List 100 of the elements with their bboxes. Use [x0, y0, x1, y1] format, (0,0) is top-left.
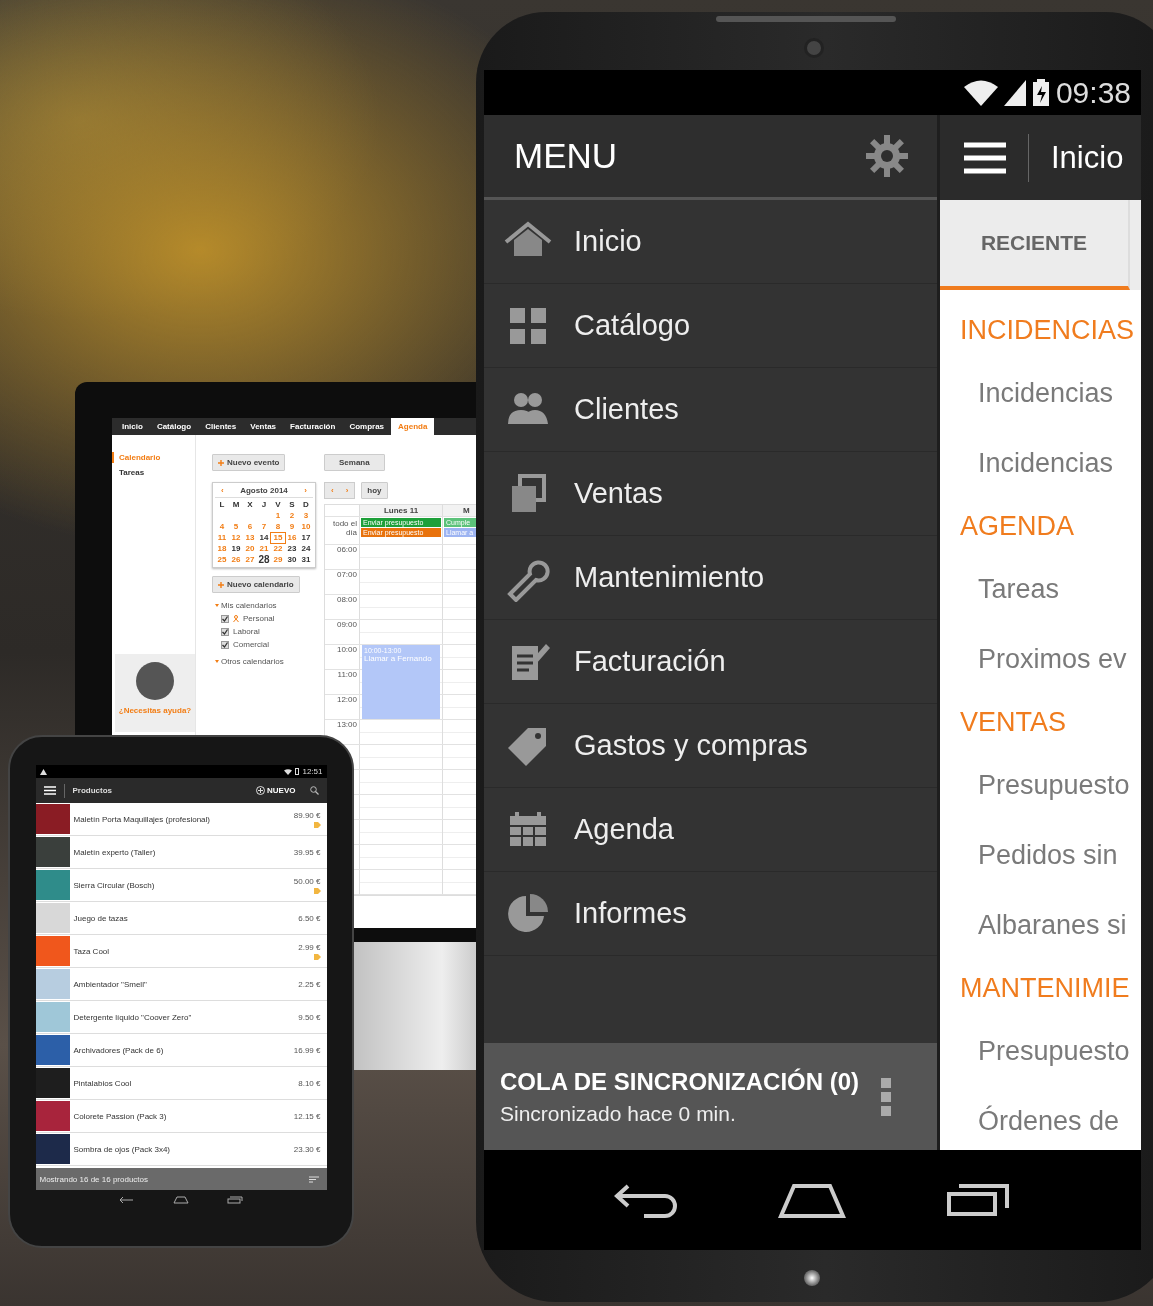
nav-tab[interactable]: Compras [342, 418, 392, 435]
checkbox[interactable] [221, 614, 229, 623]
calendar-day[interactable]: 3 [299, 511, 313, 521]
calendar-day[interactable]: 14 [257, 533, 271, 543]
calendar-day[interactable]: 12 [229, 533, 243, 543]
menu-item[interactable]: Inicio [484, 200, 937, 284]
menu-item[interactable]: Ventas [484, 452, 937, 536]
product-row[interactable]: Pintalabios Cool 8.10 € [35, 1067, 327, 1100]
nav-tab[interactable]: Ventas [243, 418, 284, 435]
list-item[interactable]: Presupuesto [960, 1016, 1141, 1086]
search-icon[interactable] [309, 786, 319, 795]
calendar-day[interactable]: 29 [271, 555, 285, 565]
list-item[interactable]: Proximos ev [960, 624, 1141, 694]
list-item[interactable]: Presupuesto [960, 750, 1141, 820]
calendar-day[interactable]: 26 [229, 555, 243, 565]
sort-icon[interactable] [308, 1175, 319, 1183]
product-row[interactable]: Juego de tazas 6.50 € [35, 902, 327, 935]
menu-item[interactable]: Clientes [484, 368, 937, 452]
sidebar-item[interactable]: Tareas [112, 467, 195, 478]
calendar-day[interactable]: 15 [271, 533, 285, 543]
wifi-icon [284, 768, 293, 775]
calendar-day[interactable]: 6 [243, 522, 257, 532]
list-item[interactable]: Órdenes de [960, 1086, 1141, 1150]
menu-item[interactable]: Facturación [484, 620, 937, 704]
calendar-day[interactable]: 16 [285, 533, 299, 543]
list-item[interactable]: Tareas [960, 554, 1141, 624]
menu-item[interactable]: Gastos y compras [484, 704, 937, 788]
calendar-day[interactable]: 21 [257, 544, 271, 554]
calendar-day[interactable]: 18 [215, 544, 229, 554]
calendar-day[interactable]: 23 [285, 544, 299, 554]
next-month-button[interactable]: › [304, 486, 307, 495]
new-button[interactable]: NUEVO [250, 785, 302, 796]
calendar-day[interactable]: 31 [299, 555, 313, 565]
calendar-day[interactable]: 10 [299, 522, 313, 532]
home-icon[interactable] [778, 1182, 847, 1218]
all-day-label: todo el día [325, 517, 360, 544]
list-item[interactable]: Albaranes si [960, 890, 1141, 960]
today-button[interactable]: hoy [361, 482, 388, 499]
calendar-day[interactable]: 25 [215, 555, 229, 565]
product-row[interactable]: Ambientador "Smell" 2.25 € [35, 968, 327, 1001]
checkbox[interactable] [221, 627, 229, 636]
calendar-day[interactable]: 22 [271, 544, 285, 554]
new-calendar-button[interactable]: Nuevo calendario [212, 576, 300, 593]
menu-icon[interactable] [964, 141, 1006, 174]
calendar-day[interactable]: 4 [215, 522, 229, 532]
calendar-day[interactable]: 2 [285, 511, 299, 521]
calendar-group-toggle[interactable]: Mis calendarios [215, 601, 277, 610]
calendar-day[interactable]: 13 [243, 533, 257, 543]
product-row[interactable]: Taza Cool 2.99 € [35, 935, 327, 968]
back-icon[interactable] [614, 1182, 679, 1218]
list-item[interactable]: Pedidos sin [960, 820, 1141, 890]
checkbox[interactable] [221, 640, 229, 649]
calendar-day[interactable]: 17 [299, 533, 313, 543]
calendar-day[interactable]: 28 [257, 555, 271, 565]
calendar-day[interactable]: 24 [299, 544, 313, 554]
product-row[interactable]: Colorete Passion (Pack 3) 12.15 € [35, 1100, 327, 1133]
camera-lens [804, 38, 824, 58]
recents-icon[interactable] [946, 1182, 1011, 1218]
wifi-icon [963, 79, 998, 106]
month-title: Agosto 2014 [240, 486, 288, 495]
menu-icon[interactable] [43, 786, 56, 795]
calendar-day[interactable]: 30 [285, 555, 299, 565]
overflow-menu-icon[interactable] [881, 1077, 891, 1116]
settings-icon[interactable] [865, 134, 909, 178]
back-icon[interactable] [119, 1196, 135, 1204]
menu-title: MENU [514, 136, 618, 176]
nav-tab[interactable]: Agenda [391, 418, 435, 435]
plus-circle-icon [256, 786, 266, 795]
product-row[interactable]: Maletín Porta Maquillajes (profesional) 89.90 € [35, 803, 327, 836]
section-heading: MANTENIMIE [960, 972, 1131, 1005]
menu-item[interactable]: Catálogo [484, 284, 937, 368]
calendar-day[interactable]: 9 [285, 522, 299, 532]
menu-item[interactable]: Mantenimiento [484, 536, 937, 620]
new-event-button[interactable]: Nuevo evento [212, 454, 286, 471]
week-view-button[interactable]: Semana [324, 454, 385, 471]
calendar-day[interactable]: 11 [215, 533, 229, 543]
calendar-day[interactable]: 5 [229, 522, 243, 532]
prev-month-button[interactable]: ‹ [221, 486, 224, 495]
menu-item[interactable]: Agenda [484, 788, 937, 872]
list-item[interactable]: Incidencias [960, 428, 1141, 498]
calendar-group-toggle[interactable]: Otros calendarios [215, 657, 284, 666]
product-row[interactable]: Detergente líquido "Coover Zero" 9.50 € [35, 1001, 327, 1034]
calendar-day[interactable]: 8 [271, 522, 285, 532]
nav-tab[interactable]: Clientes [198, 418, 244, 435]
menu-item[interactable]: Informes [484, 872, 937, 956]
calendar-day[interactable]: 1 [271, 511, 285, 521]
nav-tab[interactable]: Inicio [115, 418, 150, 435]
calendar-day[interactable]: 27 [243, 555, 257, 565]
calendar-day[interactable]: 20 [243, 544, 257, 554]
weekday-label: D [302, 500, 310, 510]
product-row[interactable]: Sombra de ojos (Pack 3x4) 23.30 € [35, 1133, 327, 1166]
calendar-day[interactable]: 7 [257, 522, 271, 532]
product-row[interactable]: Archivadores (Pack de 6) 16.99 € [35, 1034, 327, 1067]
nav-tab[interactable]: Catálogo [149, 418, 199, 435]
product-row[interactable]: Sierra Circular (Bosch) 50.00 € [35, 869, 327, 902]
sidebar-item[interactable]: Calendario [112, 452, 195, 463]
calendar-day[interactable]: 19 [229, 544, 243, 554]
product-row[interactable]: Maletín experto (Taller) 39.95 € [35, 836, 327, 869]
list-item[interactable]: Incidencias [960, 358, 1141, 428]
nav-tab[interactable]: Facturación [283, 418, 343, 435]
